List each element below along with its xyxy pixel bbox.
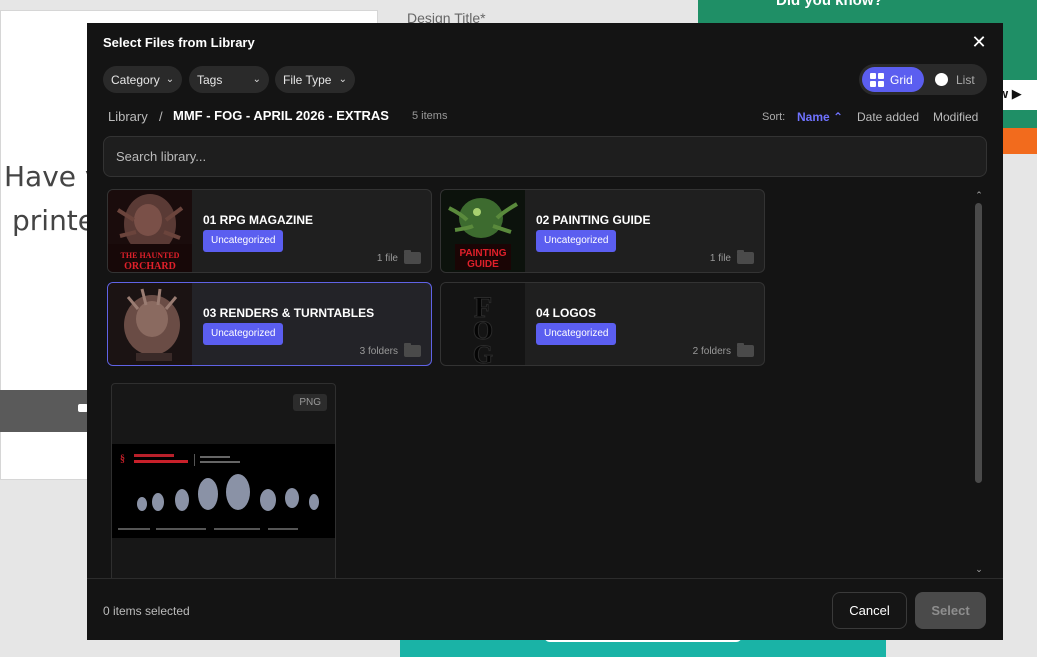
folder-meta: 1 file xyxy=(376,250,421,264)
svg-text:ORCHARD: ORCHARD xyxy=(124,261,176,272)
folder-meta-text: 2 folders xyxy=(692,345,731,357)
sort-label: Sort: xyxy=(762,111,786,123)
breadcrumb-current: MMF - FOG - APRIL 2026 - EXTRAS xyxy=(173,108,389,123)
modal-title: Select Files from Library xyxy=(103,35,255,50)
svg-text:THE HAUNTED: THE HAUNTED xyxy=(121,251,180,260)
list-view-label: List xyxy=(956,72,975,87)
grid-view-label: Grid xyxy=(890,72,913,87)
category-badge: Uncategorized xyxy=(536,323,617,345)
category-badge: Uncategorized xyxy=(203,323,284,345)
folder-thumbnail xyxy=(108,283,192,365)
file-type-badge: PNG xyxy=(293,394,327,411)
background-heading-line1: Have y xyxy=(4,160,94,193)
background-heading-line2: printe xyxy=(12,204,94,237)
sort-by-name[interactable]: Name ⌃ xyxy=(797,110,843,124)
grid-view-button[interactable]: Grid xyxy=(862,67,924,92)
tags-filter-label: Tags xyxy=(197,72,223,87)
folder-card-painting-guide[interactable]: PAINTING GUIDE 02 PAINTING GUIDE Uncateg… xyxy=(440,189,765,273)
selected-count: 0 items selected xyxy=(103,604,190,618)
folder-meta-text: 3 folders xyxy=(359,345,398,357)
scroll-down-icon[interactable]: ⌄ xyxy=(974,565,984,574)
folder-card-rpg-magazine[interactable]: THE HAUNTED ORCHARD 01 RPG MAGAZINE Unca… xyxy=(107,189,432,273)
file-thumbnail: § xyxy=(112,444,335,538)
list-view-button[interactable]: List xyxy=(935,67,975,92)
library-grid: THE HAUNTED ORCHARD 01 RPG MAGAZINE Unca… xyxy=(103,183,971,578)
info-banner-title: Did you know? xyxy=(776,0,883,9)
chevron-down-icon: ⌄ xyxy=(252,74,261,85)
breadcrumb-root[interactable]: Library xyxy=(108,109,148,124)
file-type-filter[interactable]: File Type ⌄ xyxy=(275,66,355,93)
folder-meta-text: 1 file xyxy=(709,252,731,264)
cancel-button[interactable]: Cancel xyxy=(832,592,907,629)
search-input[interactable] xyxy=(103,136,987,177)
folder-name: 02 PAINTING GUIDE xyxy=(536,213,651,227)
svg-text:PAINTING: PAINTING xyxy=(459,248,506,259)
file-card-png[interactable]: PNG § xyxy=(111,383,336,578)
folder-name: 01 RPG MAGAZINE xyxy=(203,213,314,227)
scroll-up-icon[interactable]: ⌃ xyxy=(974,191,984,200)
sort-by-date-added[interactable]: Date added xyxy=(857,110,919,124)
category-filter-label: Category xyxy=(111,72,160,87)
folder-thumbnail: THE HAUNTED ORCHARD xyxy=(108,190,192,272)
scrollbar[interactable]: ⌃ ⌄ xyxy=(974,191,984,576)
folder-thumbnail: PAINTING GUIDE xyxy=(441,190,525,272)
item-count: 5 items xyxy=(412,110,448,122)
background-heading: Have y printe xyxy=(4,155,94,243)
category-badge: Uncategorized xyxy=(536,230,617,252)
svg-text:GUIDE: GUIDE xyxy=(467,259,499,270)
folder-icon xyxy=(404,250,421,264)
chevron-up-icon: ⌃ xyxy=(833,110,844,124)
folder-name: 03 RENDERS & TURNTABLES xyxy=(203,306,375,320)
modal-footer: 0 items selected Cancel Select xyxy=(87,578,1003,640)
folder-meta: 3 folders xyxy=(359,343,421,357)
file-type-filter-label: File Type xyxy=(283,72,332,87)
folder-icon xyxy=(737,250,754,264)
folder-name: 04 LOGOS xyxy=(536,306,597,320)
grid-icon xyxy=(870,72,884,87)
chevron-down-icon: ⌄ xyxy=(338,74,347,85)
view-toggle: Grid List xyxy=(859,64,987,95)
category-filter[interactable]: Category ⌄ xyxy=(103,66,182,93)
folder-card-renders-turntables[interactable]: 03 RENDERS & TURNTABLES Uncategorized 3 … xyxy=(107,282,432,366)
close-icon[interactable]: ✕ xyxy=(971,33,987,51)
folder-thumbnail: F O G xyxy=(441,283,525,366)
folder-meta: 2 folders xyxy=(692,343,754,357)
category-badge: Uncategorized xyxy=(203,230,284,252)
svg-text:G: G xyxy=(473,340,493,366)
scrollbar-thumb[interactable] xyxy=(975,203,982,483)
sort-by-modified[interactable]: Modified xyxy=(933,110,978,124)
svg-text:§: § xyxy=(120,454,125,465)
folder-card-logos[interactable]: F O G 04 LOGOS Uncategorized 2 folders xyxy=(440,282,765,366)
folder-meta-text: 1 file xyxy=(376,252,398,264)
folder-meta: 1 file xyxy=(709,250,754,264)
folder-icon xyxy=(404,343,421,357)
sort-by-name-label: Name xyxy=(797,110,830,124)
folder-icon xyxy=(737,343,754,357)
file-library-modal: Select Files from Library ✕ Category ⌄ T… xyxy=(87,23,1003,640)
breadcrumb-separator: / xyxy=(159,109,163,124)
tags-filter[interactable]: Tags ⌄ xyxy=(189,66,269,93)
chevron-down-icon: ⌄ xyxy=(165,74,175,85)
radio-dot-icon xyxy=(935,73,948,86)
select-button[interactable]: Select xyxy=(915,592,986,629)
